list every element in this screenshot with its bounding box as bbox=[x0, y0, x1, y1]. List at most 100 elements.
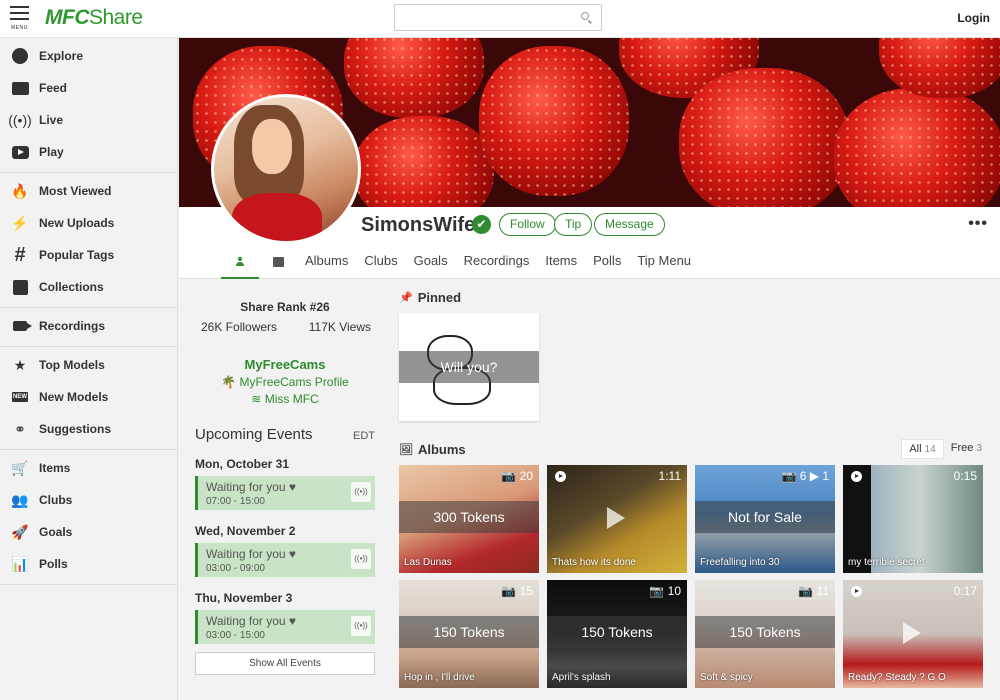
sidebar-item-label: Suggestions bbox=[39, 422, 112, 436]
verified-icon: ✔ bbox=[472, 215, 491, 234]
album-tile[interactable]: 📷 20 300 Tokens Las Dunas bbox=[399, 465, 539, 573]
sidebar-item-label: Polls bbox=[39, 557, 68, 571]
search-input[interactable] bbox=[395, 5, 570, 30]
follow-button[interactable]: Follow bbox=[499, 213, 556, 236]
sidebar-item-label: Most Viewed bbox=[39, 184, 112, 198]
album-tile[interactable]: 1:11 Thats how its done bbox=[547, 465, 687, 573]
new-badge-icon: NEW bbox=[12, 392, 28, 402]
sidebar-item-explore[interactable]: Explore bbox=[0, 40, 177, 72]
event-date: Wed, November 2 bbox=[195, 524, 296, 538]
hamburger-icon bbox=[10, 6, 29, 8]
event-date: Mon, October 31 bbox=[195, 457, 290, 471]
media-count: 📷 6 ▶ 1 bbox=[781, 469, 829, 483]
album-caption: Las Dunas bbox=[404, 557, 452, 568]
albums-grid: 📷 20 300 Tokens Las Dunas 1:11 Thats how… bbox=[399, 465, 989, 688]
play-overlay-icon bbox=[903, 622, 921, 644]
sidebar-item-clubs[interactable]: 👥 Clubs bbox=[0, 484, 177, 516]
logo[interactable]: MFCShare bbox=[45, 6, 143, 30]
filter-free[interactable]: Free 3 bbox=[943, 439, 989, 459]
sidebar-item-suggestions[interactable]: ⚭ Suggestions bbox=[0, 413, 177, 445]
more-options-button[interactable]: ••• bbox=[968, 215, 988, 233]
photo-count: 📷 11 bbox=[798, 584, 829, 598]
miss-mfc-link[interactable]: ≋ Miss MFC bbox=[195, 392, 375, 406]
tab-goals[interactable]: Goals bbox=[406, 249, 456, 279]
avatar[interactable] bbox=[211, 94, 361, 244]
album-caption: Freefalling into 30 bbox=[700, 557, 780, 568]
menu-button[interactable]: MENU bbox=[10, 6, 32, 34]
live-broadcast-icon: ((•)) bbox=[351, 482, 371, 502]
album-tile[interactable]: 📷 11 150 Tokens Soft & spicy bbox=[695, 580, 835, 688]
sidebar-item-items[interactable]: 🛒 Items bbox=[0, 452, 177, 484]
tab-clubs[interactable]: Clubs bbox=[356, 249, 405, 279]
tab-albums[interactable]: Albums bbox=[297, 249, 356, 279]
sidebar-item-goals[interactable]: 🚀 Goals bbox=[0, 516, 177, 548]
sidebar-item-play[interactable]: Play bbox=[0, 136, 177, 168]
video-play-icon bbox=[851, 586, 862, 597]
search-box bbox=[394, 4, 602, 31]
album-tile[interactable]: 0:15 my terrible secret bbox=[843, 465, 983, 573]
event-card[interactable]: Waiting for you ♥ 03:00 - 15:00 ((•)) bbox=[195, 610, 375, 644]
filter-all-label: All bbox=[909, 443, 922, 455]
rings-icon: ⚭ bbox=[14, 420, 26, 437]
username: SimonsWife bbox=[361, 214, 476, 236]
sidebar-item-new-models[interactable]: NEW New Models bbox=[0, 381, 177, 413]
filter-free-label: Free bbox=[950, 442, 974, 454]
hamburger-line bbox=[10, 12, 29, 14]
sidebar-item-polls[interactable]: 📊 Polls bbox=[0, 548, 177, 580]
album-tile[interactable]: 0:17 Ready? Steady ? G O bbox=[843, 580, 983, 688]
sidebar-group: ★ Top Models NEW New Models ⚭ Suggestions bbox=[0, 347, 177, 450]
filter-all[interactable]: All 14 bbox=[901, 439, 944, 459]
content-column: 📌 Pinned Will you? 🖼 Albums All 14 Free … bbox=[399, 290, 989, 688]
mfc-profile-link[interactable]: 🌴 MyFreeCams Profile bbox=[195, 375, 375, 389]
sidebar-item-popular-tags[interactable]: # Popular Tags bbox=[0, 239, 177, 271]
search-icon[interactable] bbox=[581, 12, 589, 20]
sidebar-item-label: New Uploads bbox=[39, 216, 115, 230]
avatar-face bbox=[252, 119, 292, 174]
tab-feed[interactable] bbox=[259, 249, 297, 279]
tab-profile[interactable] bbox=[221, 249, 259, 279]
event-time: 03:00 - 09:00 bbox=[206, 563, 265, 574]
star-person-icon: ★ bbox=[13, 356, 27, 373]
login-button[interactable]: Login bbox=[957, 11, 990, 25]
rocket-icon: 🚀 bbox=[11, 523, 29, 540]
sidebar-item-most-viewed[interactable]: 🔥 Most Viewed bbox=[0, 175, 177, 207]
event-card[interactable]: Waiting for you ♥ 07:00 - 15:00 ((•)) bbox=[195, 476, 375, 510]
strawberry-image bbox=[834, 88, 1000, 207]
album-price: 150 Tokens bbox=[695, 616, 835, 648]
followers-count: 26K Followers bbox=[201, 320, 278, 334]
timezone-toggle[interactable]: EDT bbox=[353, 430, 375, 442]
event-name: Waiting for you ♥ bbox=[206, 547, 297, 561]
tab-items[interactable]: Items bbox=[537, 249, 585, 279]
album-tile[interactable]: 📷 10 150 Tokens April's splash bbox=[547, 580, 687, 688]
message-button[interactable]: Message bbox=[594, 213, 665, 236]
album-tile[interactable]: 📷 6 ▶ 1 Not for Sale Freefalling into 30 bbox=[695, 465, 835, 573]
event-card[interactable]: Waiting for you ♥ 03:00 - 09:00 ((•)) bbox=[195, 543, 375, 577]
tab-recordings[interactable]: Recordings bbox=[456, 249, 538, 279]
sidebar-item-live[interactable]: ((•)) Live bbox=[0, 104, 177, 136]
sidebar-item-label: Items bbox=[39, 461, 71, 475]
video-duration: 0:15 bbox=[953, 469, 977, 483]
sidebar-item-recordings[interactable]: Recordings bbox=[0, 310, 177, 342]
sidebar-item-feed[interactable]: Feed bbox=[0, 72, 177, 104]
tip-button[interactable]: Tip bbox=[554, 213, 593, 236]
album-tile[interactable]: 📷 15 150 Tokens Hop in , I'll drive bbox=[399, 580, 539, 688]
pinned-header: 📌 Pinned bbox=[399, 290, 989, 305]
sidebar-item-label: Popular Tags bbox=[39, 248, 115, 262]
feed-icon bbox=[272, 257, 284, 267]
sidebar-item-top-models[interactable]: ★ Top Models bbox=[0, 349, 177, 381]
tab-polls[interactable]: Polls bbox=[585, 249, 629, 279]
sidebar-item-new-uploads[interactable]: ⚡ New Uploads bbox=[0, 207, 177, 239]
strawberry-image bbox=[344, 38, 484, 118]
album-caption: Thats how its done bbox=[552, 557, 636, 568]
album-caption: Ready? Steady ? G O bbox=[848, 672, 946, 683]
pinned-post[interactable]: Will you? bbox=[399, 313, 539, 421]
video-play-icon bbox=[851, 471, 862, 482]
event-name: Waiting for you ♥ bbox=[206, 614, 297, 628]
tab-tip-menu[interactable]: Tip Menu bbox=[629, 249, 699, 279]
pinned-title: Pinned bbox=[417, 290, 462, 305]
miss-mfc-label: Miss MFC bbox=[264, 392, 319, 406]
live-broadcast-icon: ((•)) bbox=[351, 616, 371, 636]
sidebar-item-collections[interactable]: Collections bbox=[0, 271, 177, 303]
show-all-events-button[interactable]: Show All Events bbox=[195, 652, 375, 675]
sidebar-item-label: Recordings bbox=[39, 319, 106, 333]
